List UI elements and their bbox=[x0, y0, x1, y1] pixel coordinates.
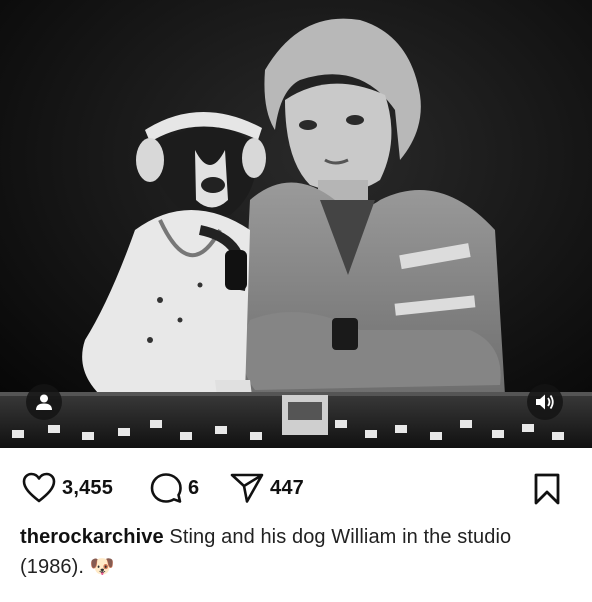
heart-icon bbox=[22, 472, 56, 503]
user-tag-button[interactable] bbox=[26, 384, 62, 420]
person-icon bbox=[36, 394, 52, 410]
share-count: 447 bbox=[270, 476, 304, 499]
send-icon bbox=[230, 473, 264, 503]
caption-username[interactable]: therockarchive bbox=[20, 526, 164, 548]
sound-toggle-button[interactable] bbox=[527, 384, 563, 420]
save-button[interactable] bbox=[530, 472, 564, 506]
photo-illustration bbox=[0, 0, 592, 448]
comment-icon bbox=[150, 473, 182, 503]
comment-count: 6 bbox=[188, 476, 200, 499]
share-button[interactable]: 447 bbox=[230, 470, 304, 506]
like-button[interactable]: 3,455 bbox=[22, 470, 113, 506]
speaker-icon bbox=[536, 394, 554, 410]
like-count: 3,455 bbox=[62, 476, 114, 499]
comment-button[interactable]: 6 bbox=[150, 470, 199, 506]
post-caption: therockarchive Sting and his dog William… bbox=[20, 522, 580, 582]
bookmark-icon bbox=[534, 473, 560, 505]
dog-emoji: 🐶 bbox=[89, 556, 115, 578]
post-action-bar: 3,455 6 447 bbox=[0, 466, 592, 510]
post-photo[interactable] bbox=[0, 0, 592, 448]
